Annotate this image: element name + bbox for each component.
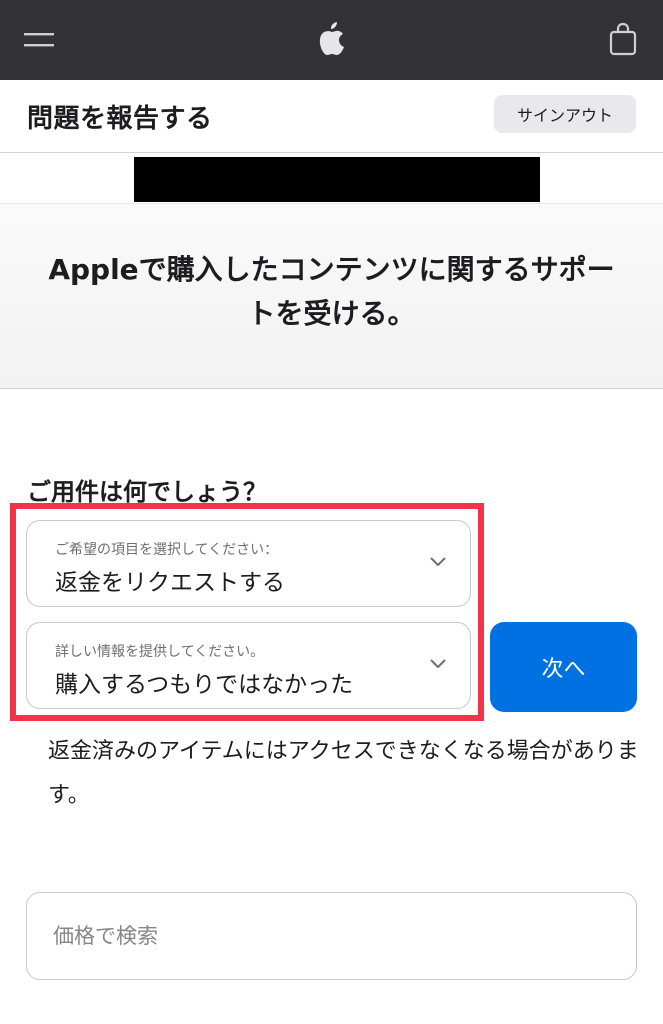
shopping-bag-icon[interactable]: [608, 22, 638, 56]
select-value: 購入するつもりではなかった: [55, 672, 354, 698]
form-question: ご用件は何でしょう？: [27, 478, 267, 506]
next-button[interactable]: 次へ: [490, 622, 637, 712]
account-info-strip: [0, 153, 663, 203]
hamburger-menu-icon[interactable]: [24, 30, 54, 50]
select-label: ご希望の項目を選択してください：: [55, 542, 279, 558]
hero-heading: Appleで購入したコンテンツに関するサポートを受ける。: [48, 253, 615, 330]
chevron-down-icon: [430, 659, 446, 668]
sign-out-button[interactable]: サインアウト: [494, 95, 636, 133]
page-title: 問題を報告する: [27, 104, 213, 134]
page-subheader: 問題を報告する サインアウト: [0, 80, 663, 153]
price-search-input[interactable]: [26, 892, 637, 980]
select-value: 返金をリクエストする: [55, 570, 285, 596]
chevron-down-icon: [430, 557, 446, 566]
redacted-block: [134, 157, 540, 202]
select-label: 詳しい情報を提供してください。: [55, 644, 265, 660]
refund-note: 返金済みのアイテムにはアクセスできなくなる場合があります。: [48, 739, 639, 808]
top-nav-bar: [0, 0, 663, 80]
request-type-select[interactable]: ご希望の項目を選択してください： 返金をリクエストする: [26, 520, 471, 607]
apple-logo-icon[interactable]: [316, 20, 348, 58]
detail-reason-select[interactable]: 詳しい情報を提供してください。 購入するつもりではなかった: [26, 622, 471, 709]
hero-banner: Appleで購入したコンテンツに関するサポートを受ける。: [0, 203, 663, 389]
